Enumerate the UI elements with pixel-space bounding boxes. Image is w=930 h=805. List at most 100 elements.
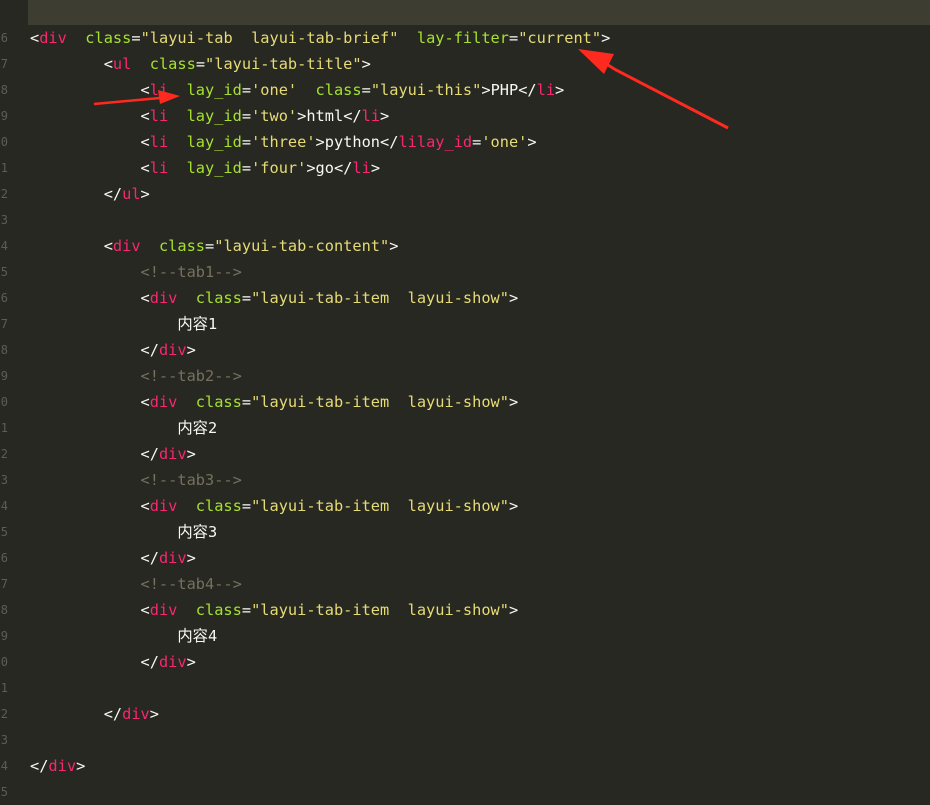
code-line[interactable]: </div> xyxy=(30,701,159,727)
code-token: > xyxy=(601,29,611,47)
code-token: < xyxy=(30,29,40,47)
code-token: = xyxy=(508,29,519,47)
code-token: div xyxy=(112,237,141,255)
code-line[interactable]: <li lay_id='two'>html</li> xyxy=(30,103,390,129)
code-line[interactable]: <div class="layui-tab-item layui-show"> xyxy=(30,597,519,623)
code-token: </ xyxy=(103,705,123,723)
code-token: 'two' xyxy=(251,107,298,125)
code-line[interactable]: 内容1 xyxy=(30,311,217,337)
code-token: > xyxy=(380,107,390,125)
code-token: <!--tab4--> xyxy=(140,575,242,593)
code-token: = xyxy=(241,601,252,619)
code-line[interactable]: <!--tab4--> xyxy=(30,571,242,597)
line-number: 5 xyxy=(0,785,8,799)
code-token: 内容2 xyxy=(30,419,218,437)
code-token: class xyxy=(195,289,242,307)
line-number: 1 xyxy=(0,161,8,175)
code-line[interactable]: <li lay_id='three'>python</lilay_id='one… xyxy=(30,129,537,155)
code-token: > xyxy=(527,133,537,151)
code-token: "layui-this" xyxy=(370,81,482,99)
code-token: div xyxy=(48,757,77,775)
code-line[interactable]: 内容4 xyxy=(30,623,217,649)
code-token: html xyxy=(306,107,344,125)
code-token: lay-filter xyxy=(416,29,509,47)
code-token: > xyxy=(149,705,159,723)
code-token: </ xyxy=(343,107,362,125)
line-number: 5 xyxy=(0,525,8,539)
code-line[interactable]: <div class="layui-tab-item layui-show"> xyxy=(30,389,519,415)
line-number: 0 xyxy=(0,655,8,669)
code-line[interactable]: <div class="layui-tab layui-tab-brief" l… xyxy=(30,25,610,51)
code-token: PHP xyxy=(490,81,519,99)
code-token: = xyxy=(361,81,371,99)
code-line[interactable]: <div class="layui-tab-item layui-show"> xyxy=(30,493,519,519)
code-token: div xyxy=(158,549,187,567)
code-token: < xyxy=(140,393,150,411)
code-token: div xyxy=(158,341,187,359)
code-line[interactable]: <div class="layui-tab-content"> xyxy=(30,233,399,259)
line-number: 9 xyxy=(0,369,8,383)
code-token: "layui-tab layui-tab-brief" xyxy=(140,29,399,47)
code-token: <!--tab2--> xyxy=(140,367,242,385)
code-token: = xyxy=(241,393,252,411)
code-line[interactable]: <!--tab1--> xyxy=(30,259,242,285)
code-token: = xyxy=(131,29,141,47)
code-token: = xyxy=(241,133,252,151)
line-number: 3 xyxy=(0,733,8,747)
code-token: > xyxy=(370,159,381,177)
code-token: = xyxy=(241,107,252,125)
code-token: go xyxy=(315,159,334,177)
line-number: 4 xyxy=(0,499,8,513)
code-line[interactable]: <ul class="layui-tab-title"> xyxy=(30,51,371,77)
code-line[interactable]: <!--tab2--> xyxy=(30,363,242,389)
code-line[interactable]: </div> xyxy=(30,441,196,467)
code-token: 内容3 xyxy=(30,523,218,541)
code-line[interactable]: </ul> xyxy=(30,181,150,207)
code-line[interactable]: <li lay_id='one' class="layui-this">PHP<… xyxy=(30,77,565,103)
line-number: 1 xyxy=(0,681,8,695)
code-line[interactable]: <li lay_id='four'>go</li> xyxy=(30,155,381,181)
code-token: < xyxy=(140,81,150,99)
code-line[interactable]: 内容3 xyxy=(30,519,217,545)
code-token: "layui-tab-item layui-show" xyxy=(251,601,509,619)
code-token: < xyxy=(140,289,150,307)
code-token: = xyxy=(241,81,252,99)
code-token: > xyxy=(508,393,519,411)
arrow-to-lay-filter xyxy=(578,49,729,130)
code-line[interactable]: </div> xyxy=(30,753,85,779)
code-line[interactable]: </div> xyxy=(30,649,196,675)
code-line[interactable]: 内容2 xyxy=(30,415,217,441)
code-token: < xyxy=(103,55,113,73)
code-token: <!--tab3--> xyxy=(140,471,242,489)
code-token: = xyxy=(241,159,252,177)
code-editor[interactable]: 678901234567890123456789012345 <div clas… xyxy=(0,0,930,799)
line-number: 3 xyxy=(0,473,8,487)
code-token: lay_id xyxy=(186,159,242,177)
code-token: class xyxy=(85,29,132,47)
code-line[interactable]: <div class="layui-tab-item layui-show"> xyxy=(30,285,519,311)
code-token: < xyxy=(140,497,150,515)
line-number: 8 xyxy=(0,603,8,617)
line-number: 8 xyxy=(0,343,8,357)
code-token: lilay_id xyxy=(398,133,473,151)
line-number: 7 xyxy=(0,577,8,591)
code-token: > xyxy=(306,159,316,177)
code-token: = xyxy=(195,55,206,73)
code-token: 'four' xyxy=(251,159,307,177)
code-line[interactable]: </div> xyxy=(30,337,196,363)
line-number: 4 xyxy=(0,759,8,773)
line-number: 3 xyxy=(0,213,8,227)
code-line[interactable]: </div> xyxy=(30,545,196,571)
code-line[interactable]: <!--tab3--> xyxy=(30,467,242,493)
